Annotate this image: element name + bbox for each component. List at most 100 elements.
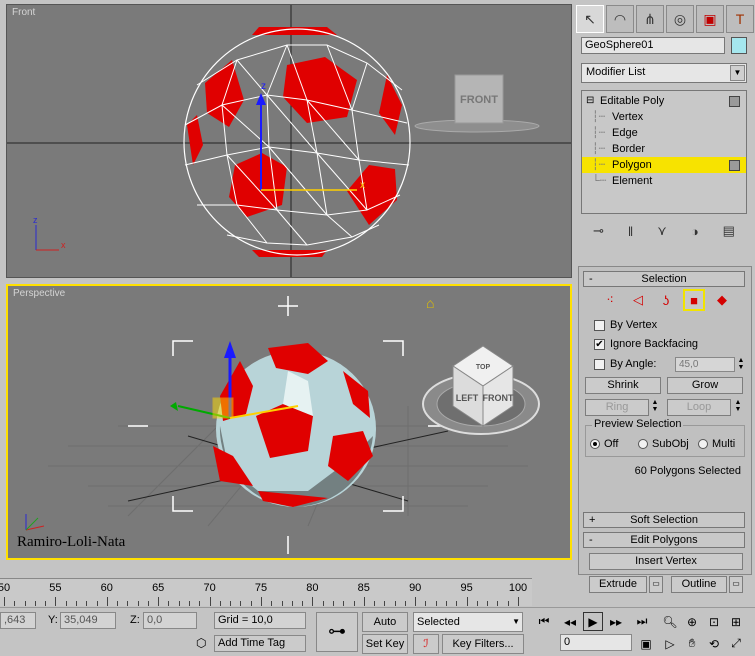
subobject-level-icons: ⁖ ◁ ʖ ■ ◆ [599,289,733,311]
remove-modifier-icon[interactable]: ◑ [691,224,699,239]
zoom-extents-all-icon[interactable]: ⊞ [726,612,746,631]
pan-hand-icon[interactable]: ✋︎ [682,634,702,653]
timeline-tick [34,601,36,606]
modifier-stack: ⊟ Editable Poly ┆┄ Vertex ┆┄ Edge ┆┄ Border… [581,90,747,214]
front-viewport[interactable]: Front z x FRONT z x [6,4,572,278]
outline-settings-icon[interactable]: ▭ [729,576,743,593]
timeline-tick [261,597,262,606]
y-coordinate-field[interactable]: 35,049 [60,612,116,629]
key-curve-icon[interactable]: ℐ [413,634,439,654]
zoom-icon[interactable]: 🔍︎ [660,612,680,631]
chevron-down-icon[interactable]: ▼ [730,65,745,81]
previous-frame-icon[interactable]: ◂◂ [560,612,580,631]
object-name-field[interactable]: GeoSphere01 [581,37,725,54]
extrude-settings-icon[interactable]: ▭ [649,576,663,593]
collapse-minus-icon[interactable]: ⊟ [586,93,594,109]
by-vertex-checkbox[interactable]: By Vertex [594,319,657,331]
timeline-tick-label: 95 [460,582,473,594]
key-filters-button[interactable]: Key Filters... [442,634,524,654]
set-key-mode-button[interactable]: ⊶ [316,612,358,652]
time-config-icon[interactable]: ▣ [636,634,656,653]
stack-item-editable-poly[interactable]: ⊟ Editable Poly [582,93,746,109]
display-tab[interactable]: ▣ [696,5,724,33]
loop-button[interactable]: Loop [667,399,731,416]
timeline-tick [65,601,67,606]
show-end-result-icon[interactable]: ‖ [628,224,633,239]
front-viewcube[interactable]: FRONT [414,74,540,133]
current-frame-field[interactable]: 0 [560,634,632,651]
stack-item-border[interactable]: ┆┄ Border [582,141,746,157]
z-coordinate-field[interactable]: 0,0 [143,612,197,629]
modifier-list-dropdown[interactable]: Modifier List ▼ [581,63,747,83]
timeline-ruler[interactable]: 50 55 60 65 70 75 80 85 90 95 100 [0,578,532,606]
hierarchy-tab[interactable]: ⋔ [636,5,664,33]
timeline-tick [55,597,57,606]
checkbox-checked-icon[interactable]: ✔ [594,338,605,350]
element-level-icon[interactable]: ◆ [711,289,733,311]
perspective-viewport[interactable]: Perspective TOP LEFT FRONT ⌂ Ramiro-Loli… [6,284,572,560]
viewcube[interactable]: TOP LEFT FRONT [422,345,540,435]
stack-item-edge[interactable]: ┆┄ Edge [582,125,746,141]
timeline-tick [137,601,139,606]
ignore-backfacing-checkbox[interactable]: ✔ Ignore Backfacing [594,338,698,350]
zoom-all-icon[interactable]: ⊕ [682,612,702,631]
ring-button[interactable]: Ring [585,399,649,416]
stack-item-element[interactable]: └┄ Element [582,173,746,189]
play-icon[interactable]: ▶ [583,612,603,631]
edge-level-icon[interactable]: ◁ [627,289,649,311]
home-icon[interactable]: ⌂ [426,295,434,311]
go-to-start-icon[interactable]: ⏮ [534,612,554,631]
grow-button[interactable]: Grow [667,377,743,394]
by-angle-checkbox[interactable]: By Angle: [594,358,656,370]
stack-item-vertex[interactable]: ┆┄ Vertex [582,109,746,125]
shrink-button[interactable]: Shrink [585,377,661,394]
selection-rollout-header[interactable]: - Selection [583,271,745,287]
go-to-end-icon[interactable]: ⏭ [632,612,652,631]
field-of-view-icon[interactable]: ▷ [660,634,680,653]
loop-spinner-icon[interactable]: ▲ ▼ [734,399,742,414]
ring-spinner-icon[interactable]: ▲ ▼ [651,399,659,414]
configure-modifier-sets-icon[interactable]: ▤ [723,223,735,239]
spinner-arrows-icon[interactable]: ▲ ▼ [737,357,745,372]
soft-selection-rollout-header[interactable]: + Soft Selection [583,512,745,528]
outline-button[interactable]: Outline [671,576,727,593]
x-coordinate-field[interactable]: ,643 [0,612,36,629]
hierarchy-icon: ⋔ [644,10,656,27]
vertex-level-icon[interactable]: ⁖ [599,289,621,311]
pin-stack-icon[interactable]: ⊸ [593,223,604,239]
edit-polygons-rollout-header[interactable]: - Edit Polygons [583,532,745,548]
polygon-level-icon[interactable]: ■ [683,289,705,311]
checkbox-icon[interactable] [594,358,605,370]
timeline-tick [14,601,16,606]
make-unique-icon[interactable]: ⋎ [657,223,667,239]
preview-off-radio[interactable]: Off [590,438,618,450]
preview-multi-radio[interactable]: Multi [698,438,735,450]
next-frame-icon[interactable]: ▸▸ [606,612,626,631]
preview-subobj-radio[interactable]: SubObj [638,438,689,450]
extrude-button[interactable]: Extrude [589,576,647,593]
motion-tab[interactable]: ◎ [666,5,694,33]
timeline-tick [127,601,129,606]
utilities-tab[interactable]: T [726,5,754,33]
object-color-swatch[interactable] [731,37,747,54]
add-time-tag-button[interactable]: Add Time Tag [214,635,306,652]
time-tag-icon[interactable]: ⬡ [196,636,206,650]
angle-spinner[interactable]: 45,0 [675,357,735,372]
zoom-extents-icon[interactable]: ⊡ [704,612,724,631]
checkbox-icon[interactable] [594,319,605,331]
modify-tab[interactable]: ◠ [606,5,634,33]
auto-key-button[interactable]: Auto Key [362,612,408,646]
geosphere-wireframe[interactable] [183,27,411,257]
border-level-icon[interactable]: ʖ [655,289,677,311]
geosphere-shaded[interactable] [213,343,376,507]
orbit-icon[interactable]: ⟲ [704,634,724,653]
set-key-button[interactable]: Set Key [362,634,408,654]
insert-vertex-button[interactable]: Insert Vertex [589,553,743,570]
timeline-tick [250,601,252,606]
create-tab[interactable]: ↖ [576,5,604,33]
stack-toggle-icon[interactable] [729,160,740,171]
stack-toggle-icon[interactable] [729,96,740,107]
selected-dropdown[interactable]: Selected ▼ [413,612,523,632]
maximize-viewport-icon[interactable]: ⤢ [726,634,746,653]
stack-item-polygon[interactable]: ┆┄ Polygon [582,157,746,173]
